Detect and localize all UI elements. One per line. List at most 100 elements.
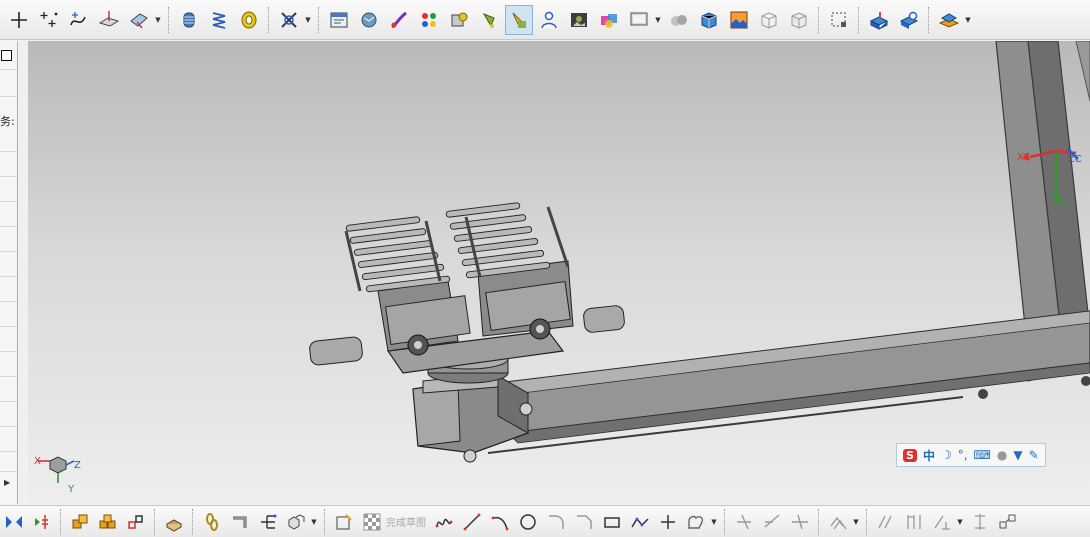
point-icon[interactable] (5, 5, 33, 35)
dimension-icon[interactable] (929, 508, 955, 536)
curve-icon[interactable] (65, 5, 93, 35)
wrench-icon[interactable]: ✎ (1029, 448, 1039, 462)
csys-zc-label: ZC (1068, 154, 1082, 165)
panel-toggle-checkbox[interactable] (1, 50, 12, 61)
shape-icon[interactable] (683, 508, 709, 536)
toolbar-separator (324, 508, 326, 535)
dropdown-arrow-icon[interactable]: ▼ (852, 507, 860, 537)
chamfer-icon[interactable] (571, 508, 597, 536)
trim-tool-icon[interactable] (275, 5, 303, 35)
material-icon[interactable] (355, 5, 383, 35)
toolbar-separator (168, 6, 170, 33)
book-icon[interactable] (161, 508, 187, 536)
mirror-curve-icon[interactable] (873, 508, 899, 536)
dropdown-arrow-icon[interactable]: ▼ (956, 507, 964, 537)
component-icon[interactable] (895, 5, 923, 35)
lamp-icon[interactable] (475, 5, 503, 35)
panel-divider (0, 176, 17, 177)
chain-link-icon[interactable] (199, 508, 225, 536)
dropdown-arrow-icon[interactable]: ▼ (654, 5, 662, 35)
solid-box-icon[interactable] (695, 5, 723, 35)
dropdown-arrow-icon[interactable]: ▼ (310, 507, 318, 537)
dropdown-arrow-icon[interactable]: ▼ (304, 5, 312, 35)
datum-csys-icon[interactable] (125, 5, 153, 35)
dropdown-arrow-icon[interactable]: ▼ (154, 5, 162, 35)
punctuation-icon[interactable]: °, (958, 448, 968, 462)
dropdown-arrow-icon[interactable]: ▼ (964, 5, 972, 35)
csys-y-label: Y (68, 484, 75, 495)
ime-logo[interactable]: S (903, 448, 917, 462)
toolbar-separator (318, 6, 320, 33)
shirt-icon[interactable]: ▼ (1013, 448, 1022, 462)
sketch-icon[interactable] (331, 508, 357, 536)
rectangle-icon[interactable] (599, 508, 625, 536)
arc-icon[interactable] (487, 508, 513, 536)
csys-xc-label: XC (1017, 152, 1031, 163)
csys-yc-label: YC (1054, 197, 1067, 208)
add-component-icon[interactable] (95, 508, 121, 536)
trim-curve-icon[interactable] (731, 508, 757, 536)
view-icon[interactable] (995, 508, 1021, 536)
panel-divider (0, 326, 17, 327)
cross-point-icon[interactable] (655, 508, 681, 536)
extend-curve-icon[interactable] (759, 508, 785, 536)
assembly-icon[interactable] (67, 508, 93, 536)
spring-icon[interactable] (205, 5, 233, 35)
spline-icon[interactable] (431, 508, 457, 536)
wireframe-cube-icon[interactable] (755, 5, 783, 35)
cube-pattern-icon[interactable] (283, 508, 309, 536)
finish-sketch-icon[interactable] (359, 508, 385, 536)
dropdown-arrow-icon[interactable]: ▼ (710, 507, 718, 537)
base-block (412, 372, 533, 463)
finish-sketch-label[interactable]: 完成草图 (386, 514, 426, 529)
paint-icon[interactable] (385, 5, 413, 35)
divide-icon[interactable] (787, 508, 813, 536)
csys-x-label: X (34, 456, 41, 467)
vertical-dim-icon[interactable] (967, 508, 993, 536)
panel-divider (0, 151, 17, 152)
offset-icon[interactable] (825, 508, 851, 536)
shaded-icon[interactable] (665, 5, 693, 35)
mirror-icon[interactable] (1, 508, 27, 536)
3d-model (38, 41, 1090, 483)
line-icon[interactable] (459, 508, 485, 536)
landscape-icon[interactable] (725, 5, 753, 35)
parallel-icon[interactable] (901, 508, 927, 536)
photo-icon[interactable] (565, 5, 593, 35)
toolbar-separator (724, 508, 726, 535)
screen-icon[interactable] (625, 5, 653, 35)
keyboard-icon[interactable]: ⌨ (974, 448, 991, 462)
appearance-icon[interactable] (445, 5, 473, 35)
graphics-viewport[interactable]: XC ZC YC X Z Y (28, 41, 1090, 504)
user-icon[interactable]: ● (997, 448, 1007, 462)
coil-icon[interactable] (235, 5, 263, 35)
point-set-icon[interactable] (35, 5, 63, 35)
panel-divider (0, 251, 17, 252)
tube-icon[interactable] (227, 508, 253, 536)
panel-divider (0, 69, 17, 70)
cylinder-icon[interactable] (175, 5, 203, 35)
extend-icon[interactable] (29, 508, 55, 536)
main-toolbar: ▼ ▼ ▼ ▼ (0, 0, 1090, 40)
circle-icon[interactable] (515, 508, 541, 536)
panel-divider (0, 201, 17, 202)
moon-icon[interactable]: ☽ (941, 448, 952, 462)
layer-icon[interactable] (935, 5, 963, 35)
highlight-icon[interactable] (505, 4, 533, 35)
box-select-icon[interactable] (825, 5, 853, 35)
static-cube-icon[interactable] (785, 5, 813, 35)
constraint-icon[interactable] (123, 508, 149, 536)
polyline-icon[interactable] (627, 508, 653, 536)
toolbar-separator (866, 508, 868, 535)
color-palette-icon[interactable] (415, 5, 443, 35)
blue-block-icon[interactable] (865, 5, 893, 35)
ime-mode-toggle[interactable]: 中 (923, 447, 935, 464)
datum-plane-icon[interactable] (95, 5, 123, 35)
render-icon[interactable] (325, 5, 353, 35)
panel-scroll-arrow-icon[interactable]: ▶ (4, 478, 10, 487)
shader-icon[interactable] (595, 5, 623, 35)
person-icon[interactable] (535, 5, 563, 35)
routing-icon[interactable] (255, 508, 281, 536)
panel-divider (0, 401, 17, 402)
fillet-icon[interactable] (543, 508, 569, 536)
